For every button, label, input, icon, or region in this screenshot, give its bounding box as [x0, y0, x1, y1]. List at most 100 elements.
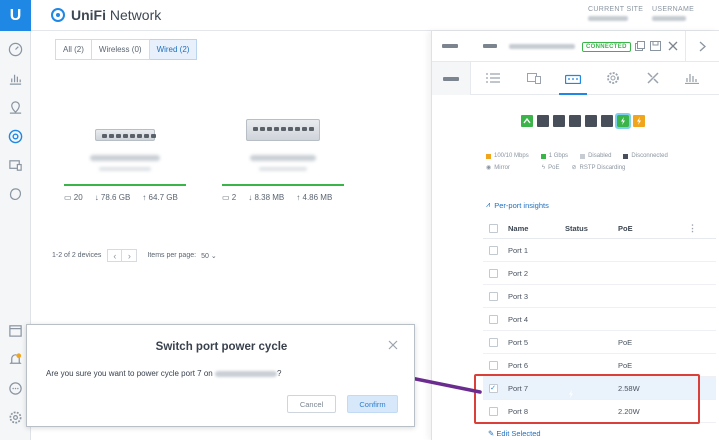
filter-wired[interactable]: Wired (2): [149, 39, 198, 60]
tab-config-gear-icon[interactable]: [605, 71, 621, 85]
statistics-icon[interactable]: [7, 70, 24, 87]
table-row[interactable]: Port 5 PoE: [483, 331, 716, 354]
device-name: [250, 155, 316, 161]
row-checkbox[interactable]: [488, 314, 498, 324]
power-cycle-dialog: Switch port power cycle Are you sure you…: [26, 324, 415, 427]
edit-selected-link[interactable]: ✎ Edit Selected: [488, 429, 541, 438]
port-name: Port 1: [508, 245, 529, 255]
confirm-button[interactable]: Confirm: [347, 395, 398, 413]
row-checkbox[interactable]: [488, 268, 498, 278]
upload-stat: ↑ 4.86 MB: [296, 193, 333, 202]
port-name: Port 3: [508, 291, 529, 301]
table-row[interactable]: Port 2: [483, 262, 716, 285]
per-port-insights-link[interactable]: ⩘ Per-port insights: [486, 200, 549, 210]
legend-disconnected: Disconnected: [623, 153, 668, 159]
port-name: Port 5: [508, 337, 529, 347]
port-6-indicator[interactable]: [601, 115, 613, 127]
current-site-label: CURRENT SITE: [588, 6, 644, 13]
tab-statistics-icon[interactable]: [684, 71, 700, 85]
status-badge: CONNECTED: [582, 42, 631, 52]
chat-icon[interactable]: [7, 380, 24, 397]
items-per-page-select[interactable]: 50 ⌄: [201, 252, 217, 260]
table-row[interactable]: Port 1: [483, 239, 716, 262]
port-name: Port 4: [508, 314, 529, 324]
ubiquiti-logo[interactable]: U: [0, 0, 31, 31]
copy-icon[interactable]: [635, 41, 645, 51]
cancel-button[interactable]: Cancel: [287, 395, 336, 413]
row-checkbox-checked[interactable]: ✓: [488, 383, 498, 393]
table-row[interactable]: Port 8 2.20W: [483, 400, 716, 423]
port-name: Port 7: [508, 383, 529, 393]
close-icon[interactable]: [668, 41, 678, 51]
bolt-icon: ϟ: [541, 164, 546, 171]
table-row[interactable]: Port 3: [483, 285, 716, 308]
save-icon[interactable]: [650, 41, 661, 51]
tab-tools-icon[interactable]: [645, 71, 661, 85]
device-card[interactable]: ▭ 20 ↓ 78.6 GB ↑ 64.7 GB: [64, 99, 186, 202]
port-4-indicator[interactable]: [569, 115, 581, 127]
brand: UniFi Network: [51, 7, 161, 23]
chevron-down-icon: ⌄: [210, 252, 217, 260]
device-card[interactable]: ▭ 2 ↓ 8.38 MB ↑ 4.86 MB: [222, 99, 344, 202]
port-1-indicator[interactable]: [521, 115, 533, 127]
legend-1g: 1 Gbps: [540, 153, 568, 159]
device-ip: [259, 167, 307, 171]
alerts-icon[interactable]: [7, 351, 24, 368]
col-name[interactable]: Name: [503, 224, 560, 233]
username-value[interactable]: [652, 16, 686, 21]
table-row[interactable]: Port 4: [483, 308, 716, 331]
port-overview: [521, 113, 645, 129]
calendar-icon[interactable]: [7, 322, 24, 339]
insights-icon[interactable]: [7, 186, 24, 203]
filter-all[interactable]: All (2): [55, 39, 92, 60]
upload-stat: ↑ 64.7 GB: [142, 193, 178, 202]
col-poe[interactable]: PoE: [618, 224, 688, 233]
tab-details-list-icon[interactable]: [485, 71, 501, 85]
legend-rstp: ⊘ RSTP Discarding: [571, 164, 626, 172]
panel-tabs: [432, 62, 719, 95]
col-status[interactable]: Status: [560, 224, 618, 233]
port-poe: 2.58W: [618, 383, 640, 393]
row-checkbox[interactable]: [488, 245, 498, 255]
edit-selected-label: Edit Selected: [496, 429, 541, 438]
port-name: Port 2: [508, 268, 529, 278]
table-row[interactable]: ✓ Port 7 2.58W: [483, 377, 716, 400]
row-checkbox[interactable]: [488, 337, 498, 347]
insights-chart-icon: ⩘: [486, 200, 491, 209]
devices-icon[interactable]: [7, 128, 24, 145]
settings-icon[interactable]: [7, 409, 24, 426]
chevron-right-icon[interactable]: [699, 41, 706, 52]
device-properties-panel: CONNECTED 100/10 Mbps 1 Gbps Disabled Di…: [431, 31, 719, 440]
filter-wireless[interactable]: Wireless (0): [91, 39, 150, 60]
port-8-indicator[interactable]: [633, 115, 645, 127]
port-name: Port 6: [508, 360, 529, 370]
row-checkbox[interactable]: [488, 406, 498, 416]
switch-icon: [483, 44, 497, 48]
clients-stat: ▭ 2: [222, 193, 237, 202]
device-ip: [99, 167, 151, 171]
port-7-indicator[interactable]: [615, 113, 631, 129]
select-all-checkbox[interactable]: [488, 224, 498, 233]
port-3-indicator[interactable]: [553, 115, 565, 127]
row-checkbox[interactable]: [488, 291, 498, 301]
tab-ports-icon[interactable]: [559, 71, 587, 95]
pagination: 1-2 of 2 devices ‹ › Items per page: 50 …: [52, 249, 217, 262]
dashboard-icon[interactable]: [7, 41, 24, 58]
legend-poe: ϟ PoE: [541, 164, 560, 171]
close-icon[interactable]: [388, 340, 398, 350]
next-page-button[interactable]: ›: [122, 249, 138, 262]
column-options-icon[interactable]: ⋮: [688, 223, 697, 234]
prev-page-button[interactable]: ‹: [107, 249, 123, 262]
table-row[interactable]: Port 6 PoE: [483, 354, 716, 377]
row-checkbox[interactable]: [488, 360, 498, 370]
tab-clients-icon[interactable]: [526, 71, 542, 85]
clients-icon[interactable]: [7, 157, 24, 174]
port-name: Port 8: [508, 406, 529, 416]
current-site-value[interactable]: [588, 16, 628, 21]
map-icon[interactable]: [7, 99, 24, 116]
port-poe: PoE: [618, 360, 633, 370]
brand-title: UniFi Network: [71, 7, 162, 23]
port-5-indicator[interactable]: [585, 115, 597, 127]
port-poe: 2.20W: [618, 406, 640, 416]
port-2-indicator[interactable]: [537, 115, 549, 127]
